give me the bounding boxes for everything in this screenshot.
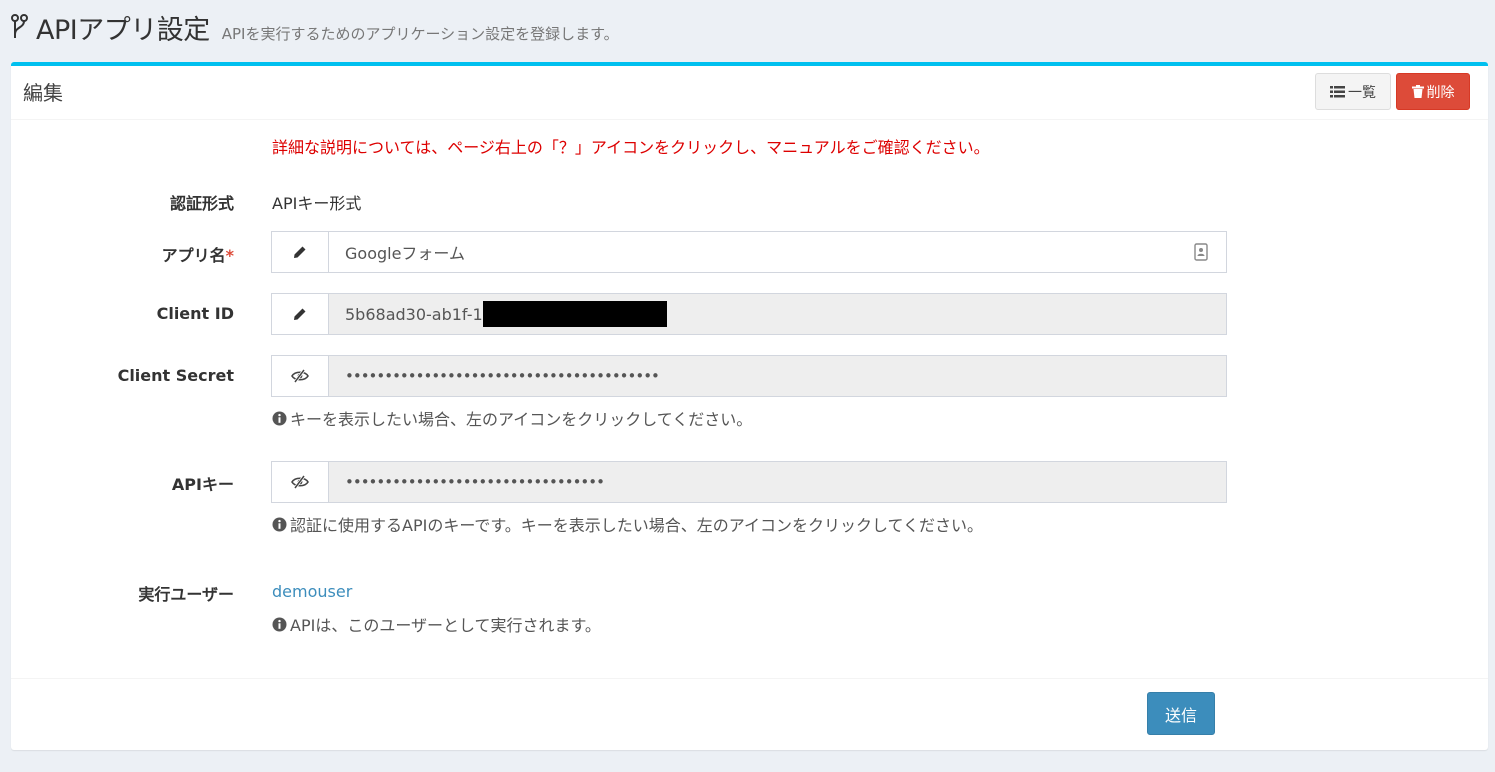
box-title: 編集 — [23, 81, 63, 105]
page-title: APIアプリ設定 — [36, 15, 210, 46]
eye-slash-icon — [291, 475, 309, 489]
client-id-label: Client ID — [156, 304, 234, 323]
app-name-value: Googleフォーム — [345, 244, 465, 263]
client-id-value: 5b68ad30-ab1f-1 — [345, 304, 483, 324]
app-name-label-text: アプリ名 — [161, 246, 226, 265]
client-id-input[interactable]: 5b68ad30-ab1f-1 — [329, 293, 1227, 335]
app-name-input[interactable]: Googleフォーム — [329, 231, 1227, 273]
client-id-group: 5b68ad30-ab1f-1 — [271, 293, 1227, 335]
info-circle-icon — [272, 617, 287, 631]
api-key-group: ••••••••••••••••••••••••••••••••• — [271, 461, 1227, 503]
client-secret-value: •••••••••••••••••••••••••••••••••••••••• — [345, 367, 660, 385]
api-key-help-text: 認証に使用するAPIのキーです。キーを表示したい場合、左のアイコンをクリックして… — [290, 516, 983, 535]
list-icon — [1330, 85, 1345, 97]
client-id-edit-button[interactable] — [271, 293, 329, 335]
eye-slash-icon — [291, 369, 309, 383]
box-header: 編集 一覧 削除 — [11, 66, 1488, 120]
required-mark: * — [225, 246, 234, 265]
contact-card-icon[interactable] — [1194, 243, 1208, 261]
exec-user-label: 実行ユーザー — [138, 585, 234, 604]
page-header: APIアプリ設定 APIを実行するためのアプリケーション設定を登録します。 — [10, 8, 619, 46]
exec-user-link[interactable]: demouser — [272, 582, 352, 601]
api-key-label: APIキー — [171, 475, 234, 494]
auth-type-value: APIキー形式 — [272, 194, 362, 213]
info-circle-icon — [272, 411, 287, 425]
list-button-label: 一覧 — [1348, 84, 1376, 101]
redacted-block — [482, 301, 667, 327]
client-secret-group: •••••••••••••••••••••••••••••••••••••••• — [271, 355, 1227, 397]
client-secret-label: Client Secret — [117, 366, 234, 385]
api-key-help: 認証に使用するAPIのキーです。キーを表示したい場合、左のアイコンをクリックして… — [272, 512, 983, 536]
auth-type-label: 認証形式 — [169, 194, 234, 213]
api-key-toggle-button[interactable] — [271, 461, 329, 503]
info-circle-icon — [272, 517, 287, 531]
app-name-edit-button[interactable] — [271, 231, 329, 273]
trash-icon — [1411, 85, 1424, 98]
exec-user-help: APIは、このユーザーとして実行されます。 — [272, 612, 601, 636]
api-key-value: ••••••••••••••••••••••••••••••••• — [345, 473, 605, 491]
edit-box: 編集 一覧 削除 詳細な説明については、ページ右上の「？」アイコンをクリックし、… — [11, 62, 1488, 750]
pencil-icon — [294, 246, 306, 258]
delete-button-label: 削除 — [1426, 84, 1455, 101]
client-secret-toggle-button[interactable] — [271, 355, 329, 397]
fork-icon — [11, 14, 28, 38]
page-subtitle: APIを実行するためのアプリケーション設定を登録します。 — [221, 25, 619, 43]
client-secret-help-text: キーを表示したい場合、左のアイコンをクリックしてください。 — [290, 410, 753, 429]
exec-user-help-text: APIは、このユーザーとして実行されます。 — [290, 616, 601, 635]
client-secret-input[interactable]: •••••••••••••••••••••••••••••••••••••••• — [329, 355, 1227, 397]
app-name-group: Googleフォーム — [271, 231, 1227, 273]
app-name-label: アプリ名* — [11, 242, 234, 266]
box-footer: 送信 — [11, 678, 1488, 751]
client-secret-help: キーを表示したい場合、左のアイコンをクリックしてください。 — [272, 406, 752, 430]
pencil-icon — [294, 308, 306, 320]
delete-button[interactable]: 削除 — [1396, 73, 1470, 110]
list-button[interactable]: 一覧 — [1315, 73, 1391, 110]
submit-button[interactable]: 送信 — [1147, 692, 1215, 735]
manual-notice: 詳細な説明については、ページ右上の「？」アイコンをクリックし、マニュアルをご確認… — [272, 138, 990, 157]
api-key-input[interactable]: ••••••••••••••••••••••••••••••••• — [329, 461, 1227, 503]
